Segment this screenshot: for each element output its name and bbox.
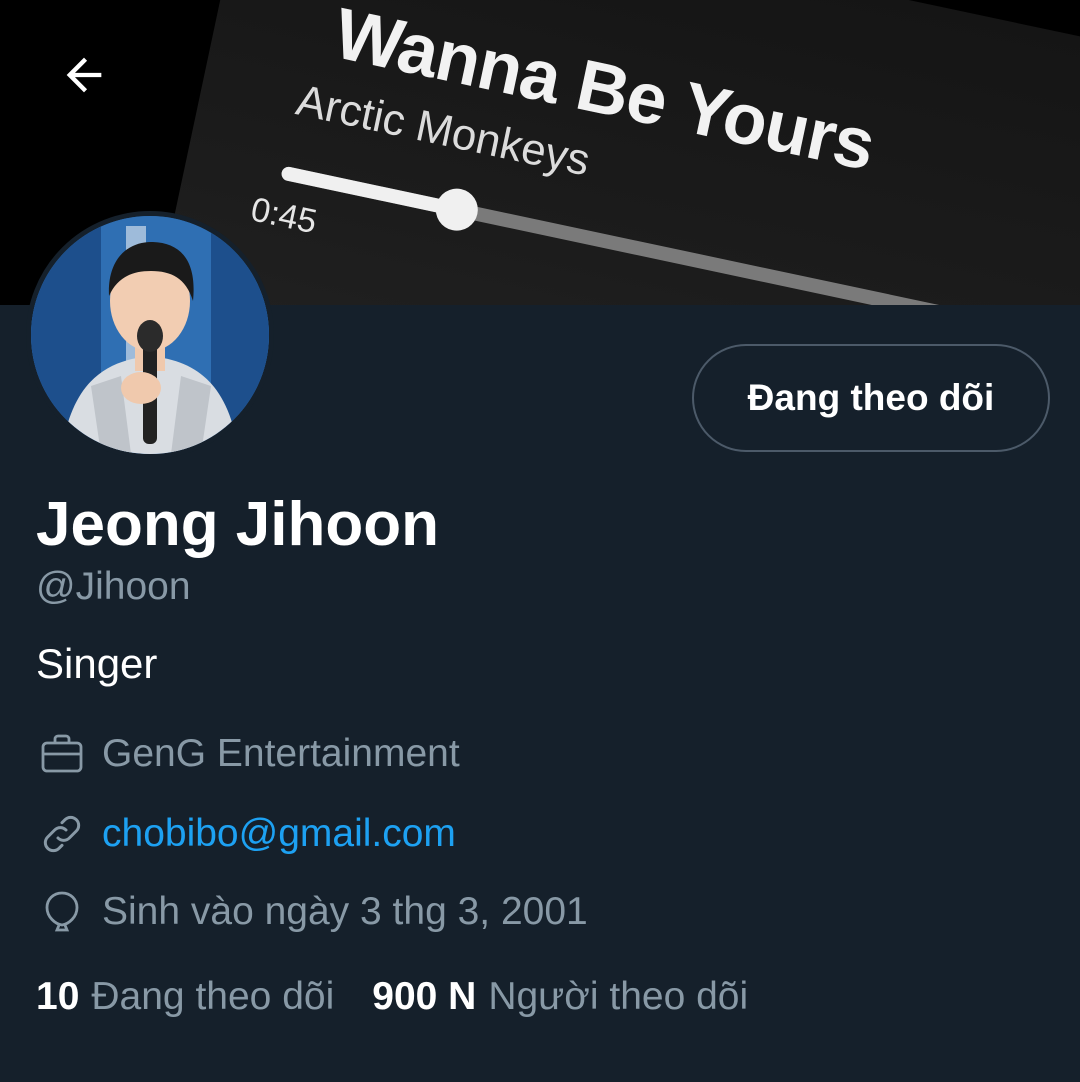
following-button[interactable]: Đang theo dõi xyxy=(692,344,1050,452)
profile-company: GenG Entertainment xyxy=(36,728,460,780)
following-stat[interactable]: 10 Đang theo dõi xyxy=(36,975,334,1019)
back-arrow-icon xyxy=(66,57,102,93)
avatar-photo xyxy=(31,216,269,454)
profile-birthday: Sinh vào ngày 3 thg 3, 2001 xyxy=(36,886,588,938)
follow-stats: 10 Đang theo dõi 900 N Người theo dõi xyxy=(36,975,748,1019)
birthday-text: Sinh vào ngày 3 thg 3, 2001 xyxy=(102,890,588,933)
followers-count: 900 N xyxy=(372,975,477,1018)
following-count: 10 xyxy=(36,975,80,1018)
back-button[interactable] xyxy=(37,28,131,122)
banner-progress-bar xyxy=(280,165,1047,305)
profile-name: Jeong Jihoon xyxy=(36,490,439,559)
banner-music-card: Wanna Be Yours Arctic Monkeys 0:45 xyxy=(141,0,1080,305)
banner-song-title: Wanna Be Yours xyxy=(327,0,882,186)
banner-progress-knob xyxy=(432,184,483,235)
followers-label: Người theo dõi xyxy=(488,975,749,1018)
link-icon xyxy=(36,808,88,860)
banner-time: 0:45 xyxy=(247,190,321,242)
profile-website: chobibo@gmail.com xyxy=(36,808,456,860)
website-link[interactable]: chobibo@gmail.com xyxy=(102,812,456,856)
profile-handle: @Jihoon xyxy=(36,565,191,608)
balloon-icon xyxy=(36,886,88,938)
profile-bio: Singer xyxy=(36,640,158,687)
avatar[interactable] xyxy=(26,211,274,459)
following-label: Đang theo dõi xyxy=(91,975,335,1018)
company-text: GenG Entertainment xyxy=(102,732,460,775)
followers-stat[interactable]: 900 N Người theo dõi xyxy=(372,975,748,1019)
briefcase-icon xyxy=(36,728,88,780)
